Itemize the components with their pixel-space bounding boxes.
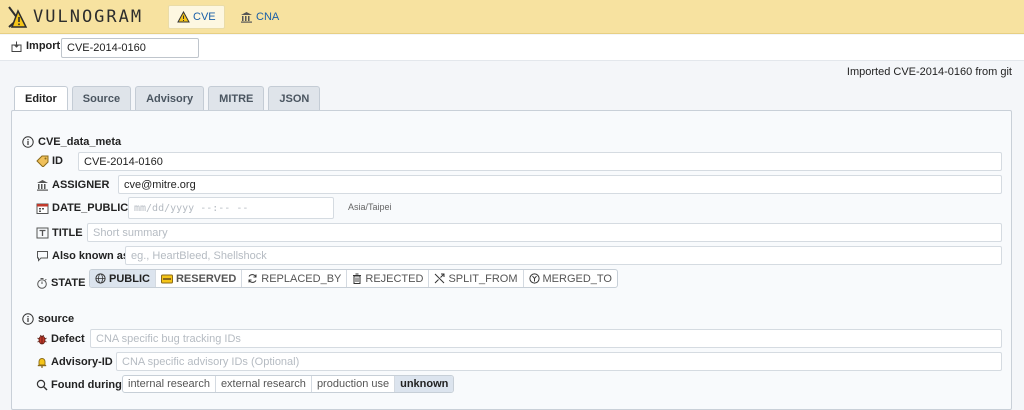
tab-source[interactable]: Source [71, 86, 132, 110]
text-icon [36, 227, 49, 239]
date-public-label: DATE_PUBLIC [36, 202, 128, 214]
aka-field[interactable] [125, 246, 1002, 265]
search-icon [36, 379, 48, 391]
trash-icon [352, 273, 362, 284]
defect-field[interactable] [90, 329, 1002, 348]
state-option-rejected[interactable]: REJECTED [347, 270, 430, 287]
state-label: STATE [36, 277, 85, 289]
warning-icon [177, 11, 190, 23]
found-during-selector: internal research external research prod… [122, 375, 455, 393]
section-cve-data-meta[interactable]: CVE_data_meta [22, 136, 121, 148]
nav-tab-cve[interactable]: CVE [168, 5, 225, 29]
tab-advisory[interactable]: Advisory [135, 86, 205, 110]
import-label: Import [11, 40, 60, 52]
nav-tab-cve-label: CVE [193, 11, 216, 23]
state-option-public[interactable]: PUBLIC [90, 270, 156, 287]
import-icon [11, 41, 22, 52]
reserved-icon [160, 274, 173, 284]
brand-text: VULNOGRAM [33, 7, 144, 27]
globe-icon [95, 273, 106, 284]
found-during-label: Found during [36, 379, 122, 391]
title-field[interactable] [87, 223, 1002, 242]
nav-tab-cna[interactable]: CNA [232, 5, 287, 29]
brand[interactable]: VULNOGRAM [6, 4, 143, 30]
editor-tabs: Editor Source Advisory MITRE JSON [14, 86, 321, 111]
editor-panel: CVE_data_meta ID ASSIGNER DATE_PUBLIC As… [11, 110, 1012, 410]
split-icon [434, 273, 445, 284]
status-message: Imported CVE-2014-0160 from git [846, 66, 1012, 78]
nav-tab-cna-label: CNA [256, 11, 280, 23]
bug-icon [36, 333, 48, 345]
id-field[interactable] [78, 152, 1002, 171]
tag-icon [36, 155, 49, 167]
assigner-label: ASSIGNER [36, 179, 109, 191]
import-bar: Import [0, 35, 1024, 61]
tab-editor[interactable]: Editor [14, 86, 68, 111]
section-source[interactable]: source [22, 313, 74, 325]
state-option-replaced-by[interactable]: REPLACED_BY [242, 270, 348, 287]
advisory-id-field[interactable] [116, 352, 1002, 371]
building-icon [240, 11, 253, 23]
top-bar: VULNOGRAM CVE CNA [0, 0, 1024, 34]
assigner-field[interactable] [118, 175, 1002, 194]
tab-json[interactable]: JSON [268, 86, 321, 110]
state-option-split-from[interactable]: SPLIT_FROM [429, 270, 524, 287]
tab-mitre[interactable]: MITRE [208, 86, 265, 110]
stopwatch-icon [36, 277, 48, 289]
title-label: TITLE [36, 227, 83, 239]
found-option-internal-research[interactable]: internal research [123, 376, 216, 392]
aka-label: Also known as [36, 250, 129, 262]
calendar-icon [36, 202, 49, 214]
info-icon [22, 136, 34, 148]
found-option-unknown[interactable]: unknown [395, 376, 454, 392]
id-label: ID [36, 155, 63, 167]
found-option-external-research[interactable]: external research [216, 376, 312, 392]
refresh-icon [247, 273, 258, 284]
state-option-reserved[interactable]: RESERVED [156, 270, 243, 287]
advisory-id-label: Advisory-ID [36, 356, 113, 368]
merge-icon [528, 273, 540, 284]
found-option-production-use[interactable]: production use [312, 376, 396, 392]
info-icon [22, 313, 34, 325]
bell-icon [36, 356, 48, 368]
state-option-merged-to[interactable]: MERGED_TO [524, 270, 617, 287]
logo-icon [6, 5, 28, 29]
timezone-label: Asia/Taipei [348, 202, 392, 212]
date-public-field[interactable] [128, 197, 334, 219]
building-icon [36, 179, 49, 191]
speech-bubble-icon [36, 250, 49, 262]
import-input[interactable] [61, 38, 199, 58]
defect-label: Defect [36, 333, 85, 345]
state-selector: PUBLIC RESERVED REPLACED_BY REJECTED SPL… [89, 269, 618, 288]
